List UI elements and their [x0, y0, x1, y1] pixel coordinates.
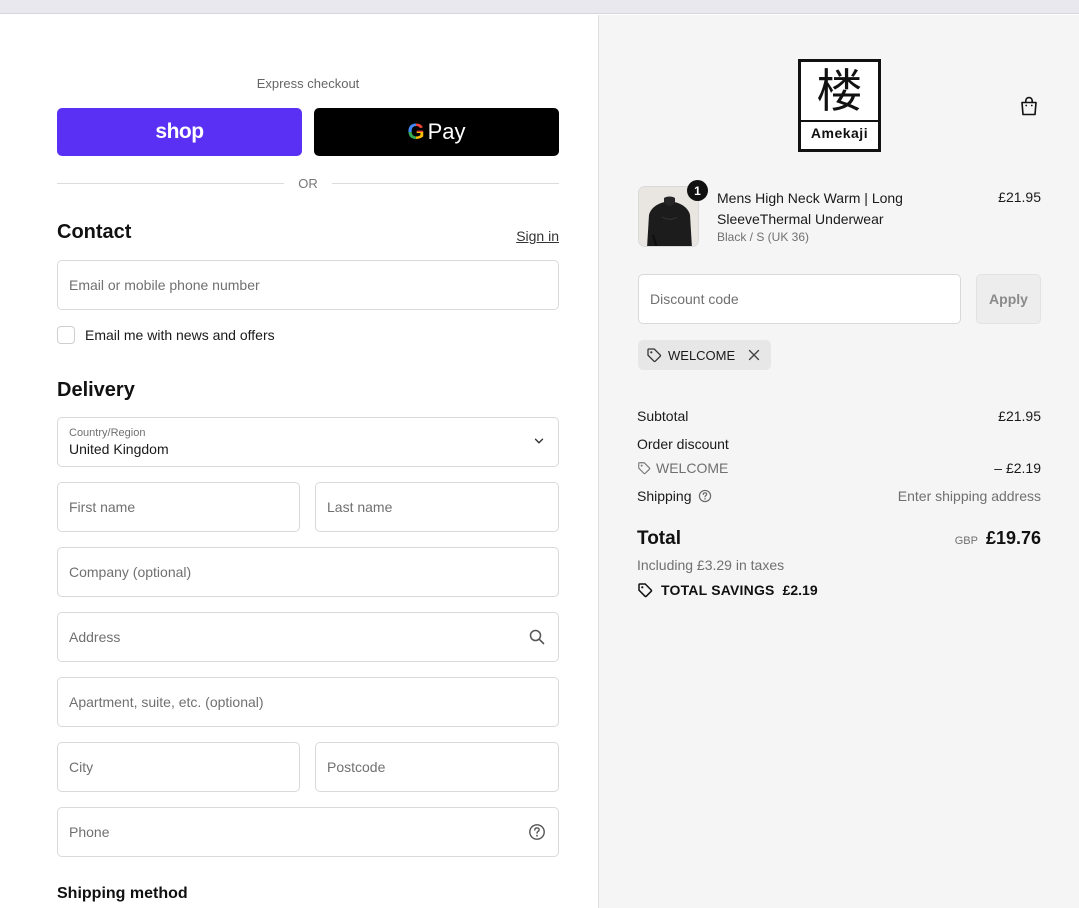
browser-top-strip: [0, 0, 1079, 14]
email-placeholder: Email or mobile phone number: [69, 277, 260, 293]
apartment-field[interactable]: Apartment, suite, etc. (optional): [57, 677, 559, 727]
checkout-form-panel: Express checkout shop G Pay OR Contact S…: [0, 15, 598, 908]
discount-value: – £2.19: [994, 460, 1041, 476]
help-icon[interactable]: [698, 489, 712, 503]
first-name-field[interactable]: First name: [57, 482, 300, 532]
last-name-field[interactable]: Last name: [315, 482, 559, 532]
phone-field[interactable]: Phone: [57, 807, 559, 857]
applied-discount-code: WELCOME: [668, 347, 736, 363]
discount-code-label: WELCOME: [656, 460, 729, 476]
country-value: United Kingdom: [69, 441, 169, 457]
tag-icon: [638, 583, 653, 598]
email-field[interactable]: Email or mobile phone number: [57, 260, 559, 310]
city-field[interactable]: City: [57, 742, 300, 792]
discount-code-field[interactable]: Discount code: [638, 274, 961, 324]
apartment-placeholder: Apartment, suite, etc. (optional): [69, 694, 264, 710]
newsletter-option: Email me with news and offers: [57, 326, 275, 344]
apply-discount-button[interactable]: Apply: [976, 274, 1041, 324]
brand-logo-kanji: 楼: [816, 64, 863, 118]
company-placeholder: Company (optional): [69, 564, 192, 580]
address-placeholder: Address: [69, 629, 121, 645]
quantity-badge: 1: [687, 180, 708, 201]
delivery-heading: Delivery: [57, 379, 135, 401]
subtotal-label: Subtotal: [637, 408, 689, 424]
google-pay-label: Pay: [427, 119, 466, 144]
country-label: Country/Region: [69, 427, 146, 439]
shipping-label: Shipping: [637, 488, 692, 504]
brand-logo-name: Amekaji: [801, 120, 878, 141]
or-divider: OR: [57, 175, 559, 191]
newsletter-label: Email me with news and offers: [85, 327, 275, 343]
applied-discount-chip: WELCOME: [638, 340, 772, 370]
google-pay-button[interactable]: G Pay: [314, 108, 559, 156]
shipping-method-heading: Shipping method: [57, 885, 188, 902]
google-g-icon: G: [407, 119, 425, 144]
discount-code-placeholder: Discount code: [650, 291, 739, 307]
total-value: £19.76: [985, 528, 1041, 548]
tag-icon: [638, 462, 651, 475]
remove-discount-icon[interactable]: [747, 348, 761, 362]
phone-placeholder: Phone: [69, 824, 110, 840]
shipping-line: Shipping: [637, 488, 712, 504]
savings-label: TOTAL SAVINGS: [661, 582, 775, 598]
shipping-value: Enter shipping address: [897, 488, 1041, 504]
shopping-bag-icon[interactable]: [1018, 95, 1040, 117]
discount-code-line: WELCOME: [637, 460, 728, 476]
postcode-placeholder: Postcode: [327, 759, 386, 775]
city-placeholder: City: [69, 759, 94, 775]
postcode-field[interactable]: Postcode: [315, 742, 559, 792]
contact-heading: Contact: [57, 221, 132, 243]
sign-in-link[interactable]: Sign in: [480, 228, 559, 244]
order-discount-label: Order discount: [637, 436, 729, 452]
product-price: £21.95: [998, 189, 1041, 205]
chevron-down-icon: [534, 438, 544, 444]
taxes-note: Including £3.29 in taxes: [637, 557, 785, 573]
shop-pay-label: shop: [155, 120, 204, 143]
product-variant: Black / S (UK 36): [717, 230, 810, 244]
express-checkout-label: Express checkout: [256, 76, 360, 91]
savings-value: £2.19: [782, 582, 818, 598]
search-icon[interactable]: [528, 628, 546, 646]
or-label: OR: [298, 175, 318, 191]
total-currency: GBP: [954, 535, 978, 547]
shop-pay-button[interactable]: shop: [57, 108, 302, 156]
total-savings: TOTAL SAVINGS £2.19: [637, 582, 818, 598]
subtotal-value: £21.95: [998, 408, 1041, 424]
help-icon[interactable]: [528, 823, 546, 841]
company-field[interactable]: Company (optional): [57, 547, 559, 597]
address-field[interactable]: Address: [57, 612, 559, 662]
country-select[interactable]: Country/Region United Kingdom: [57, 417, 559, 467]
product-name: Mens High Neck Warm | Long SleeveThermal…: [717, 190, 903, 227]
tag-icon: [647, 348, 662, 363]
first-name-placeholder: First name: [69, 499, 136, 515]
total-label: Total: [637, 528, 681, 549]
total-value-group: GBP £19.76: [861, 528, 1041, 549]
brand-logo[interactable]: 楼 Amekaji: [798, 59, 881, 152]
order-summary-panel: 楼 Amekaji 1 Mens High Neck Warm | Long S…: [598, 15, 1079, 908]
last-name-placeholder: Last name: [327, 499, 393, 515]
newsletter-checkbox[interactable]: [57, 326, 75, 344]
